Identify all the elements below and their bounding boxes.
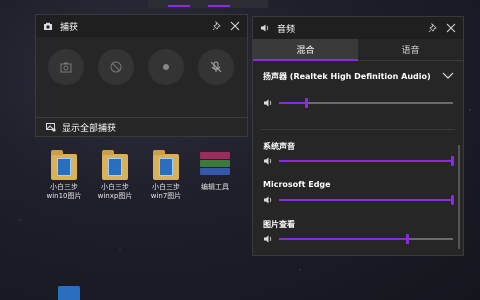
audio-title: 音频 xyxy=(277,24,296,35)
capture-buttons xyxy=(48,49,234,85)
tab-mix[interactable]: 混合 xyxy=(253,39,358,61)
screenshot-button[interactable] xyxy=(48,49,84,85)
speaker-icon xyxy=(264,157,272,165)
capture-title: 捕获 xyxy=(60,22,79,33)
camera-icon xyxy=(42,20,54,32)
capture-divider xyxy=(36,117,247,118)
slider-thumb[interactable] xyxy=(304,98,308,108)
winrar-icon xyxy=(200,152,230,180)
slider-fill xyxy=(279,238,408,240)
chevron-down-icon[interactable] xyxy=(441,71,455,81)
speaker-icon xyxy=(264,196,272,204)
folder-icon xyxy=(100,150,130,180)
desktop-icon-label: 小白三步 xyxy=(152,183,180,191)
show-all-captures-label: 显示全部捕获 xyxy=(62,123,117,134)
record-last-30s-button[interactable] xyxy=(98,49,134,85)
desktop-icon-win7[interactable]: 小白三步 win7图片 xyxy=(141,150,191,201)
speaker-icon xyxy=(264,235,272,243)
folder-icon xyxy=(151,150,181,180)
capture-widget: 捕获 显示全部捕获 xyxy=(35,14,248,137)
top-strip-accent xyxy=(168,5,190,7)
slider-fill xyxy=(279,199,453,201)
speaker-icon xyxy=(259,22,271,34)
partial-desktop-icon[interactable] xyxy=(58,286,80,300)
folder-icon xyxy=(49,150,79,180)
slider-thumb[interactable] xyxy=(405,234,409,244)
desktop-icon-winxp[interactable]: 小白三步 winxp图片 xyxy=(90,150,140,201)
close-icon[interactable] xyxy=(445,22,457,34)
app-label-photos: 图片查看 xyxy=(263,220,295,229)
game-bar-top-strip xyxy=(148,0,268,8)
slider-track xyxy=(279,234,453,244)
desktop-icon-win10[interactable]: 小白三步 win10图片 xyxy=(39,150,89,201)
gallery-icon xyxy=(46,123,56,132)
desktop-icon-label: win7图片 xyxy=(150,192,182,200)
scrollbar[interactable] xyxy=(458,145,460,249)
app-label-system-sounds: 系统声音 xyxy=(263,142,295,151)
speaker-icon xyxy=(264,99,272,107)
section-divider xyxy=(261,129,455,130)
start-recording-button[interactable] xyxy=(148,49,184,85)
desktop-icon-edit-tool[interactable]: 编辑工具 xyxy=(190,152,240,192)
record-last-icon xyxy=(110,61,122,73)
capture-header: 捕获 xyxy=(36,15,247,37)
desktop-icon-label: 编辑工具 xyxy=(201,183,229,191)
slider-fill xyxy=(279,160,453,162)
show-all-captures-link[interactable]: 显示全部捕获 xyxy=(46,119,116,135)
top-strip-accent xyxy=(208,5,230,7)
record-icon xyxy=(163,64,169,70)
slider-track xyxy=(279,156,454,166)
desktop-icon-label: 小白三步 xyxy=(50,183,78,191)
photos-volume-slider[interactable] xyxy=(263,233,453,245)
mic-muted-icon xyxy=(210,61,222,73)
audio-tabs: 混合 语音 xyxy=(253,39,463,61)
edge-volume-slider[interactable] xyxy=(263,194,454,206)
tab-voice[interactable]: 语音 xyxy=(358,39,463,60)
slider-track xyxy=(279,195,454,205)
slider-thumb[interactable] xyxy=(451,156,454,166)
audio-widget: 音频 混合 语音 扬声器 (Realtek High Definition Au… xyxy=(252,16,464,256)
mic-toggle-button[interactable] xyxy=(198,49,234,85)
output-device-select[interactable]: 扬声器 (Realtek High Definition Audio) xyxy=(263,71,443,82)
slider-track xyxy=(279,98,453,108)
desktop-icon-label: win10图片 xyxy=(46,192,82,200)
desktop-icon-label: winxp图片 xyxy=(97,192,133,200)
system-sounds-volume-slider[interactable] xyxy=(263,155,454,167)
pin-icon[interactable] xyxy=(211,20,223,32)
slider-thumb[interactable] xyxy=(451,195,454,205)
desktop-icon-label: 小白三步 xyxy=(101,183,129,191)
app-label-edge: Microsoft Edge xyxy=(263,180,331,189)
screenshot-icon xyxy=(60,62,72,73)
close-icon[interactable] xyxy=(229,20,241,32)
slider-fill xyxy=(279,102,307,104)
master-volume-slider[interactable] xyxy=(263,97,453,109)
audio-header: 音频 xyxy=(253,17,463,39)
pin-icon[interactable] xyxy=(427,22,439,34)
